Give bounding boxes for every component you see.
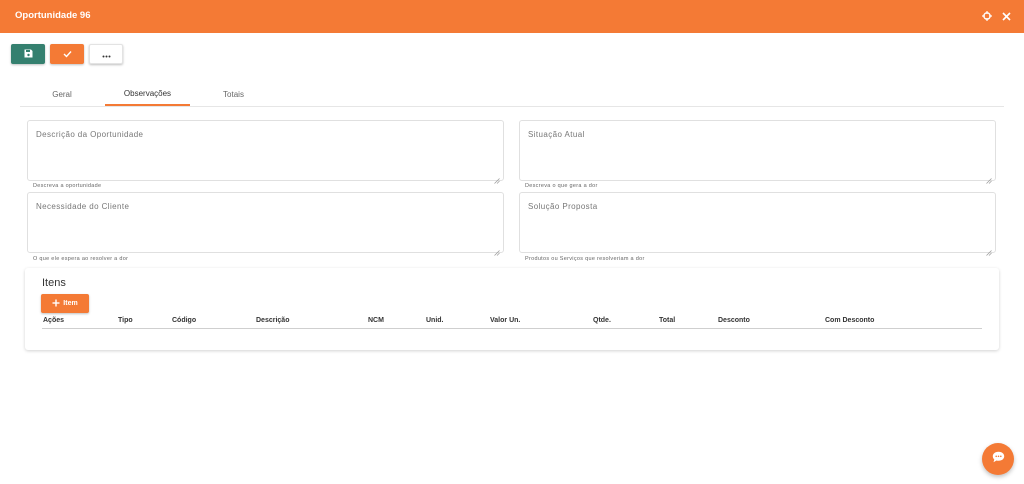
necessidade-hint: O que ele espera ao resolver a dor (33, 256, 129, 262)
column-header[interactable]: Desconto (718, 317, 750, 324)
column-header[interactable]: Tipo (118, 317, 133, 324)
solucao-hint: Produtos ou Serviços que resolveriam a d… (525, 256, 645, 262)
situacao-placeholder: Situação Atual (528, 130, 585, 139)
save-icon (24, 45, 33, 63)
target-icon[interactable] (980, 9, 994, 23)
chat-button[interactable] (982, 443, 1014, 475)
save-button[interactable] (11, 44, 45, 64)
column-header[interactable]: Descrição (256, 317, 289, 324)
title-bar: Oportunidade 96 (0, 0, 1024, 33)
solucao-placeholder: Solução Proposta (528, 202, 598, 211)
descricao-placeholder: Descrição da Oportunidade (36, 130, 144, 139)
column-header[interactable]: Unid. (426, 317, 444, 324)
plus-icon (52, 299, 60, 309)
itens-table-header: Ações Tipo Código Descrição NCM Unid. Va… (42, 316, 982, 329)
more-icon (102, 45, 111, 63)
column-header[interactable]: Qtde. (593, 317, 611, 324)
confirm-button[interactable] (50, 44, 84, 64)
column-header[interactable]: Ações (43, 317, 64, 324)
resize-handle-icon[interactable] (986, 171, 992, 184)
chat-icon (992, 450, 1005, 468)
descricao-hint: Descreva a oportunidade (33, 183, 102, 189)
add-item-button[interactable]: Item (41, 294, 89, 313)
column-header[interactable]: Código (172, 317, 196, 324)
necessidade-field[interactable]: Necessidade do Cliente (27, 192, 504, 256)
situacao-field[interactable]: Situação Atual (519, 120, 996, 184)
column-header[interactable]: Com Desconto (825, 317, 874, 324)
resize-handle-icon[interactable] (494, 243, 500, 256)
close-icon[interactable] (999, 9, 1013, 23)
itens-title: Itens (42, 277, 66, 289)
column-header[interactable]: Valor Un. (490, 317, 520, 324)
page-title: Oportunidade 96 (15, 10, 91, 21)
itens-card: Itens Item Ações Tipo Código Descrição N… (25, 268, 999, 350)
resize-handle-icon[interactable] (986, 243, 992, 256)
add-item-label: Item (63, 300, 78, 307)
tab-bar: Geral Observações Totais (20, 82, 1004, 107)
solucao-field[interactable]: Solução Proposta (519, 192, 996, 256)
resize-handle-icon[interactable] (494, 171, 500, 184)
tab-totais[interactable]: Totais (191, 82, 276, 106)
necessidade-placeholder: Necessidade do Cliente (36, 202, 130, 211)
check-icon (63, 45, 72, 63)
tab-geral[interactable]: Geral (20, 82, 104, 106)
situacao-hint: Descreva o que gera a dor (525, 183, 598, 189)
descricao-field[interactable]: Descrição da Oportunidade (27, 120, 504, 184)
column-header[interactable]: NCM (368, 317, 384, 324)
column-header[interactable]: Total (659, 317, 675, 324)
tab-observacoes[interactable]: Observações (105, 82, 190, 106)
more-button[interactable] (89, 44, 123, 64)
